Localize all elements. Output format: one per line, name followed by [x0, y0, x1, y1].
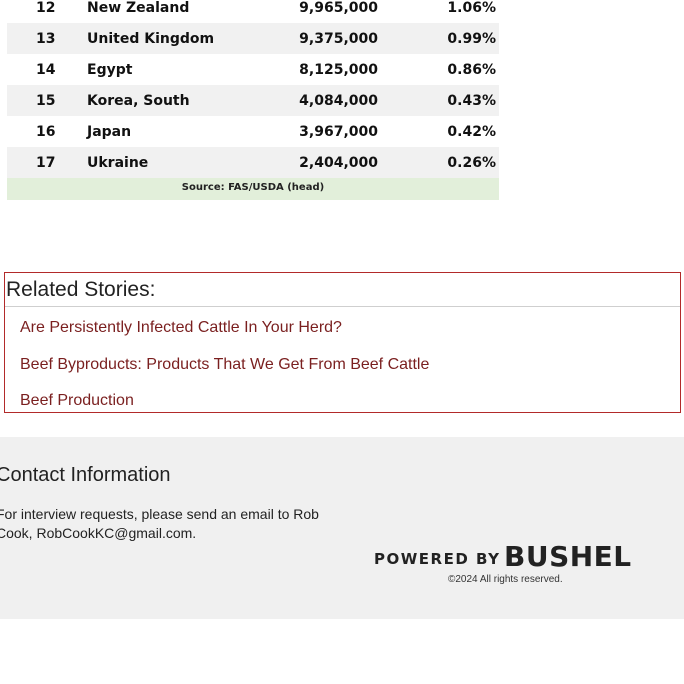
footer: Contact Information For interview reques… — [0, 437, 684, 619]
head-count-cell: 8,125,000 — [299, 61, 378, 78]
share-cell: 0.26% — [447, 154, 496, 171]
country-cell: United Kingdom — [87, 30, 215, 47]
related-stories: Related Stories: Are Persistently Infect… — [4, 272, 681, 413]
share-cell: 1.06% — [447, 0, 496, 16]
head-count-cell: 9,965,000 — [299, 0, 378, 16]
country-cell: Egypt — [87, 61, 133, 78]
cattle-inventory-table: 12 New Zealand 9,965,000 1.06% 13 United… — [7, 0, 499, 200]
rank-cell: 16 — [36, 123, 56, 140]
table-row: 14 Egypt 8,125,000 0.86% — [7, 54, 499, 85]
table-source: Source: FAS/USDA (head) — [7, 178, 499, 200]
bushel-brand: BUSHEL — [504, 540, 632, 573]
related-story-link[interactable]: Beef Byproducts: Products That We Get Fr… — [20, 356, 429, 374]
rank-cell: 17 — [36, 154, 56, 171]
share-cell: 0.43% — [447, 92, 496, 109]
country-cell: Japan — [87, 123, 132, 140]
rank-cell: 14 — [36, 61, 56, 78]
share-cell: 0.99% — [447, 30, 496, 47]
share-cell: 0.42% — [447, 123, 496, 140]
powered-by-bushel-logo[interactable]: POWERED BY BUSHEL — [374, 540, 640, 573]
related-stories-title: Related Stories: — [5, 273, 680, 307]
table-row: 13 United Kingdom 9,375,000 0.99% — [7, 23, 499, 54]
head-count-cell: 9,375,000 — [299, 30, 378, 47]
country-cell: Ukraine — [87, 154, 149, 171]
country-cell: Korea, South — [87, 92, 190, 109]
table-row: 12 New Zealand 9,965,000 1.06% — [7, 0, 499, 23]
related-story-link[interactable]: Are Persistently Infected Cattle In Your… — [20, 319, 342, 337]
head-count-cell: 3,967,000 — [299, 123, 378, 140]
head-count-cell: 2,404,000 — [299, 154, 378, 171]
table-row: 17 Ukraine 2,404,000 0.26% — [7, 147, 499, 178]
table-row: 16 Japan 3,967,000 0.42% — [7, 116, 499, 147]
table-row: 15 Korea, South 4,084,000 0.43% — [7, 85, 499, 116]
contact-heading: Contact Information — [0, 464, 171, 486]
copyright-text: ©2024 All rights reserved. — [448, 574, 563, 585]
rank-cell: 12 — [36, 0, 56, 16]
rank-cell: 15 — [36, 92, 56, 109]
contact-text: For interview requests, please send an e… — [0, 506, 319, 541]
country-cell: New Zealand — [87, 0, 190, 16]
head-count-cell: 4,084,000 — [299, 92, 378, 109]
powered-by-label: POWERED BY — [374, 550, 501, 568]
related-story-link[interactable]: Beef Production — [20, 392, 134, 410]
rank-cell: 13 — [36, 30, 56, 47]
share-cell: 0.86% — [447, 61, 496, 78]
